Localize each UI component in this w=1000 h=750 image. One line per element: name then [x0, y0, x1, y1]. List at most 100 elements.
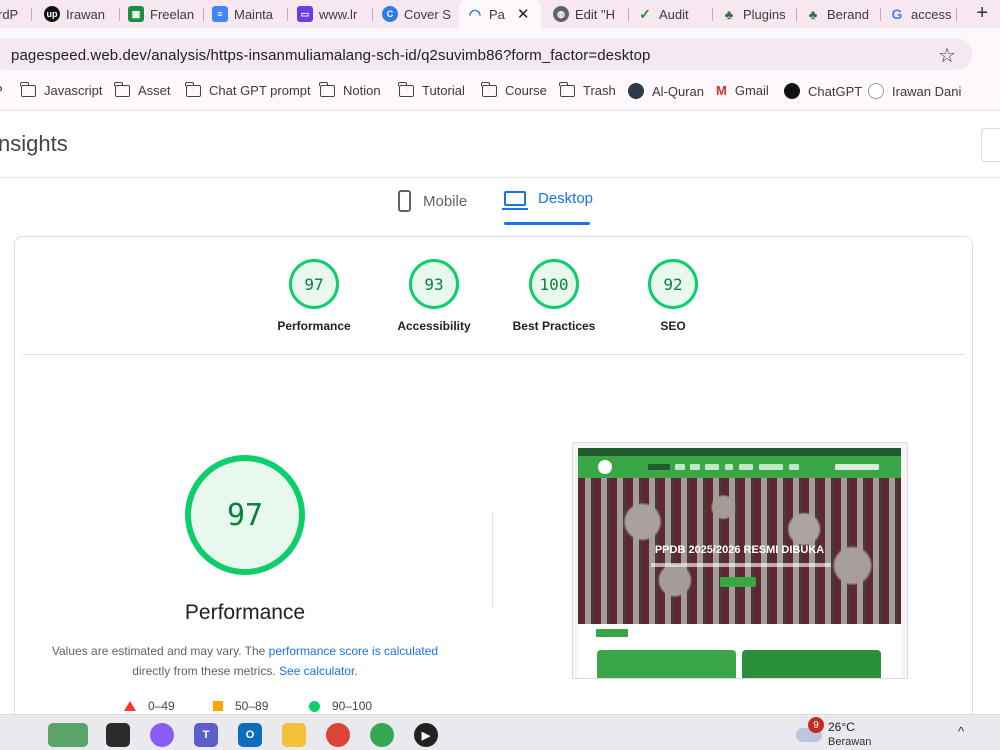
- gmail-icon: M: [716, 83, 727, 98]
- bookmark-item[interactable]: Course: [481, 81, 547, 98]
- browser-tab[interactable]: ▭ www.lr: [289, 0, 373, 28]
- bookmark-item[interactable]: Al-Quran: [628, 83, 704, 99]
- bookmark-item[interactable]: Chat GPT prompt: [185, 81, 311, 98]
- tray-overflow-icon[interactable]: ^: [958, 724, 964, 739]
- browser-tab[interactable]: ♣ Berand: [797, 0, 881, 28]
- bookmark-item[interactable]: Trash: [559, 81, 616, 98]
- score-gauge-seo[interactable]: 92 SEO: [623, 259, 723, 333]
- bookmark-label: ChatGPT: [808, 83, 863, 99]
- score-label: Best Practices: [512, 319, 596, 333]
- tab-label: Pa: [489, 6, 505, 22]
- url-field[interactable]: pagespeed.web.dev/analysis/https-insanmu…: [11, 47, 650, 64]
- page-header: nsights: [0, 112, 1000, 178]
- browser-tab[interactable]: rdP: [0, 0, 32, 28]
- score-note: Values are estimated and may vary. The p…: [40, 641, 450, 681]
- docs-icon: ≡: [212, 6, 228, 22]
- legend-range: 50–89: [235, 699, 269, 713]
- bookmark-item[interactable]: P: [0, 83, 3, 98]
- tab-mobile[interactable]: Mobile: [398, 190, 467, 212]
- legend-range: 0–49: [148, 699, 175, 713]
- bookmark-label: Notion: [343, 83, 381, 98]
- tab-mobile-label: Mobile: [423, 192, 468, 210]
- score-gauge-performance[interactable]: 97 Performance: [264, 259, 364, 333]
- tab-label: Plugins: [743, 6, 786, 22]
- thumbnail-hero-title: PPDB 2025/2026 RESMI DIBUKA: [654, 544, 825, 556]
- tab-label: www.lr: [319, 6, 358, 22]
- new-tab-button[interactable]: +: [976, 2, 988, 25]
- see-calculator-link[interactable]: See calculator.: [279, 664, 358, 678]
- browser-tab[interactable]: ♣ Plugins: [713, 0, 797, 28]
- orange-square-icon: [213, 701, 223, 711]
- check-icon: ✓: [639, 5, 651, 22]
- score-gauge-best-practices[interactable]: 100 Best Practices: [504, 259, 604, 333]
- divider: [23, 354, 964, 355]
- teams-icon[interactable]: T: [194, 723, 218, 747]
- red-triangle-icon: [124, 701, 136, 711]
- legend-range: 90–100: [332, 699, 373, 713]
- pagespeed-icon: ◠: [468, 5, 482, 22]
- weather-condition: Berawan: [828, 736, 872, 748]
- browser-tab[interactable]: ◍ Edit "H: [545, 0, 629, 28]
- tab-label: Berand: [827, 6, 869, 22]
- weather-badge: 9: [808, 717, 824, 733]
- active-tab-indicator: [504, 222, 590, 225]
- tab-desktop-label: Desktop: [538, 190, 594, 207]
- chrome-icon[interactable]: [326, 723, 350, 747]
- legend-fail: 0–49: [124, 699, 175, 713]
- brand-title: nsights: [0, 131, 68, 156]
- score-label: Accessibility: [397, 319, 471, 333]
- media-player-icon[interactable]: ▶: [414, 723, 438, 747]
- bookmark-item[interactable]: Asset: [114, 81, 171, 98]
- folder-icon: [398, 81, 414, 97]
- google-icon: G: [891, 6, 903, 22]
- weather-temperature[interactable]: 26°C: [828, 720, 855, 734]
- bookmark-item[interactable]: Notion: [319, 81, 381, 98]
- bookmark-partial-icon: P: [0, 83, 3, 98]
- legend-pass: 90–100: [309, 699, 372, 713]
- bookmark-item[interactable]: Javascript: [20, 81, 103, 98]
- widgets-icon[interactable]: [48, 723, 88, 747]
- bookmark-item[interactable]: Tutorial: [398, 81, 465, 98]
- bookmark-item[interactable]: M Gmail: [716, 83, 769, 98]
- tab-label: Edit "H: [575, 6, 616, 22]
- copilot-icon[interactable]: [150, 723, 174, 747]
- bookmark-item[interactable]: ChatGPT: [784, 83, 862, 99]
- bookmarks-bar: P Javascript Asset Chat GPT prompt Notio…: [0, 71, 1000, 111]
- bookmark-label: Al-Quran: [652, 83, 705, 99]
- tab-label: Audit: [659, 6, 689, 22]
- bookmark-star-icon[interactable]: ☆: [938, 43, 956, 68]
- browser-tab-active[interactable]: ◠ Pa ✕: [459, 0, 541, 28]
- score-value: 97: [289, 259, 339, 309]
- tab-label: Cover S: [404, 6, 451, 22]
- score-gauge-accessibility[interactable]: 93 Accessibility: [384, 259, 484, 333]
- task-view-icon[interactable]: [106, 723, 130, 747]
- tab-desktop[interactable]: Desktop: [502, 190, 594, 210]
- browser-tab[interactable]: G access: [881, 0, 957, 28]
- upwork-icon: up: [44, 6, 60, 22]
- site-icon: ▭: [297, 6, 313, 22]
- header-button[interactable]: [981, 128, 1000, 162]
- bookmark-item[interactable]: Irawan Dani: [868, 83, 961, 99]
- bookmark-label: Course: [505, 83, 547, 98]
- browser-tab[interactable]: ≡ Mainta: [204, 0, 288, 28]
- file-explorer-icon[interactable]: [282, 723, 306, 747]
- bookmark-label: Asset: [138, 83, 171, 98]
- globe-icon: ◍: [553, 6, 569, 22]
- browser-tab[interactable]: C Cover S: [374, 0, 458, 28]
- note-text: directly from these metrics.: [132, 664, 279, 678]
- browser-tab[interactable]: ✓ Audit: [629, 0, 713, 28]
- bookmark-label: Trash: [583, 83, 616, 98]
- browser-tab[interactable]: up Irawan: [36, 0, 120, 28]
- plugin-icon: ♣: [724, 6, 734, 22]
- folder-icon: [319, 81, 335, 97]
- browser-tab[interactable]: ▦ Freelan: [120, 0, 204, 28]
- close-tab-icon[interactable]: ✕: [517, 5, 530, 23]
- performance-score-link[interactable]: performance score is calculated: [269, 644, 438, 658]
- chrome-profile-icon[interactable]: [370, 723, 394, 747]
- performance-title: Performance: [184, 601, 306, 624]
- score-value: 92: [648, 259, 698, 309]
- chatgpt-icon: [784, 83, 800, 99]
- bookmark-label: Gmail: [734, 83, 769, 98]
- bookmark-label: Tutorial: [422, 83, 465, 98]
- outlook-icon[interactable]: O: [238, 723, 262, 747]
